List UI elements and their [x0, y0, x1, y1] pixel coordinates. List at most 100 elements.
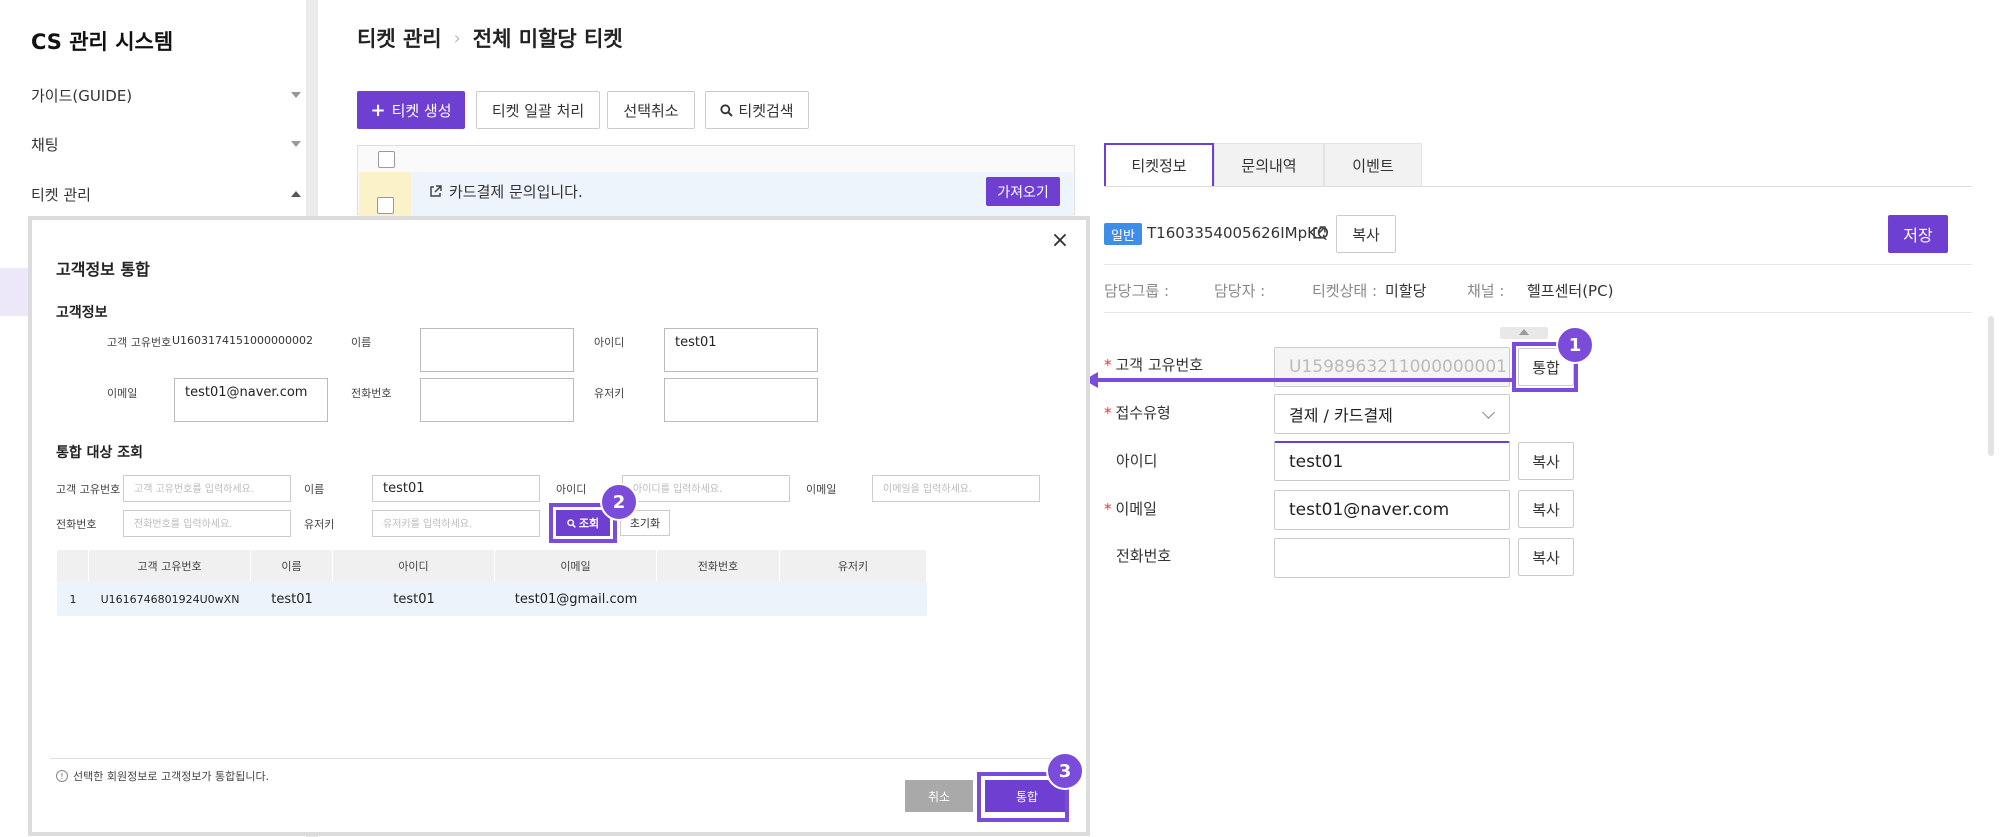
create-ticket-button[interactable]: + 티켓 생성: [357, 91, 465, 129]
plus-icon: +: [370, 99, 386, 121]
merge-notice-text: 선택한 회원정보로 고객정보가 통합됩니다.: [73, 770, 270, 783]
chevron-up-icon: [291, 191, 301, 197]
column-customer-id: 고객 고유번호: [89, 550, 251, 582]
tab-inquiry-history[interactable]: 문의내역: [1214, 143, 1324, 187]
table-row[interactable]: 카드결제 문의입니다. 가져오기: [359, 172, 1073, 216]
search-customer-id-input[interactable]: [123, 475, 291, 502]
create-ticket-label: 티켓 생성: [391, 101, 452, 120]
sidebar-item-label: 채팅: [31, 135, 59, 154]
info-icon: !: [56, 770, 68, 782]
sidebar-item-chat[interactable]: 채팅: [31, 124, 301, 164]
copy-email-button[interactable]: 복사: [1518, 490, 1574, 528]
phone-label: 전화번호: [1116, 547, 1172, 565]
phone-field[interactable]: [1274, 538, 1510, 578]
chevron-down-icon: [1482, 406, 1495, 419]
deselect-button[interactable]: 선택취소: [607, 91, 695, 129]
search-userkey-input[interactable]: [372, 510, 540, 537]
divider: [1104, 264, 1972, 265]
divider: [1104, 312, 1972, 313]
reception-type-label-text: 접수유형: [1115, 404, 1171, 422]
email-label: * 이메일: [1104, 500, 1157, 518]
ticket-title: 카드결제 문의입니다.: [449, 183, 583, 201]
breadcrumb-parent[interactable]: 티켓 관리: [357, 23, 442, 53]
reception-type-select[interactable]: 결제 / 카드결제: [1274, 394, 1510, 434]
cell-userid: test01: [393, 591, 435, 607]
ticket-list: 카드결제 문의입니다. 가져오기: [357, 145, 1075, 216]
channel-label: 채널 :: [1467, 282, 1505, 300]
cell-customer-id: U1616746801924U0wXN: [100, 592, 240, 606]
search-userid-label: 아이디: [556, 483, 587, 496]
search-icon: [720, 103, 734, 117]
table-row[interactable]: 1 U1616746801924U0wXN test01 test01 test…: [57, 582, 927, 616]
sidebar-item-ticket-management[interactable]: 티켓 관리: [31, 174, 301, 214]
customer-id-label: 고객 고유번호: [107, 336, 172, 349]
column-userid: 아이디: [333, 550, 495, 582]
tab-divider: [1104, 186, 1972, 187]
column-phone: 전화번호: [657, 550, 780, 582]
close-icon[interactable]: ×: [1048, 228, 1072, 253]
sidebar-active-indicator: [0, 268, 30, 316]
external-link-icon[interactable]: [1312, 226, 1326, 240]
customer-id-value: U1603174151000000002: [172, 334, 314, 347]
ticket-status-value: 미할당: [1385, 282, 1427, 300]
fetch-ticket-button[interactable]: 가져오기: [986, 177, 1060, 206]
ticket-status-label: 티켓상태 :: [1312, 282, 1378, 300]
cancel-button[interactable]: 취소: [905, 780, 973, 812]
cell-userkey: [780, 582, 927, 616]
column-userkey: 유저키: [780, 550, 927, 582]
chevron-down-icon: [291, 141, 301, 147]
customer-id-label: * 고객 고유번호: [1104, 356, 1204, 374]
chevron-down-icon: [291, 92, 301, 98]
userid-field[interactable]: test01: [1274, 441, 1510, 481]
copy-ticket-id-button[interactable]: 복사: [1336, 215, 1396, 253]
customer-info-section-title: 고객정보: [56, 305, 108, 321]
search-email-label: 이메일: [806, 483, 837, 496]
reception-type-label: * 접수유형: [1104, 404, 1171, 422]
copy-userid-button[interactable]: 복사: [1518, 442, 1574, 480]
column-no: [57, 550, 89, 582]
search-userkey-label: 유저키: [304, 518, 335, 531]
tab-ticket-info[interactable]: 티켓정보: [1104, 143, 1214, 187]
phone-textarea[interactable]: [420, 378, 574, 422]
sidebar-item-label: 가이드(GUIDE): [31, 86, 133, 105]
phone-label: 전화번호: [351, 387, 392, 400]
cell-email: test01@gmail.com: [514, 591, 638, 607]
email-textarea[interactable]: test01@naver.com: [174, 378, 328, 422]
bulk-process-button[interactable]: 티켓 일괄 처리: [476, 91, 600, 129]
tab-events[interactable]: 이벤트: [1324, 143, 1422, 187]
search-userid-input[interactable]: [622, 475, 790, 502]
userid-label: 아이디: [1116, 452, 1158, 470]
userid-textarea[interactable]: test01: [664, 328, 818, 372]
breadcrumb: 티켓 관리 › 전체 미할당 티켓: [357, 23, 623, 53]
cell-no: 1: [69, 592, 77, 606]
ticket-type-badge: 일반: [1104, 223, 1142, 245]
search-email-input[interactable]: [872, 475, 1040, 502]
row-checkbox[interactable]: [377, 197, 394, 214]
external-link-icon: [430, 185, 442, 197]
chevron-up-icon: [1519, 329, 1529, 335]
modal-title: 고객정보 통합: [56, 260, 150, 279]
search-ticket-button[interactable]: 티켓검색: [705, 91, 809, 129]
name-textarea[interactable]: [420, 328, 574, 372]
ticket-title-link[interactable]: 카드결제 문의입니다.: [429, 181, 583, 202]
annotation-arrow: [1096, 378, 1516, 382]
column-email: 이메일: [495, 550, 657, 582]
scroll-up-handle[interactable]: [1500, 327, 1548, 339]
step-badge-2: 2: [600, 483, 638, 521]
sidebar-item-guide[interactable]: 가이드(GUIDE): [31, 75, 301, 115]
divider: [50, 758, 1075, 759]
email-field[interactable]: test01@naver.com: [1274, 490, 1510, 530]
email-label-text: 이메일: [1115, 500, 1157, 518]
app-title: CS 관리 시스템: [31, 30, 174, 54]
ticket-id: T1603354005626IMpKQ: [1147, 224, 1329, 242]
copy-phone-button[interactable]: 복사: [1518, 538, 1574, 576]
search-name-input[interactable]: [372, 475, 540, 502]
userkey-textarea[interactable]: [664, 378, 818, 422]
select-all-checkbox[interactable]: [378, 151, 395, 168]
merge-notice: ! 선택한 회원정보로 고객정보가 통합됩니다.: [56, 768, 269, 784]
channel-value: 헬프센터(PC): [1527, 282, 1614, 300]
search-phone-input[interactable]: [123, 510, 291, 537]
cell-phone: [657, 582, 780, 616]
scrollbar[interactable]: [1988, 316, 1994, 456]
save-button[interactable]: 저장: [1888, 215, 1948, 253]
